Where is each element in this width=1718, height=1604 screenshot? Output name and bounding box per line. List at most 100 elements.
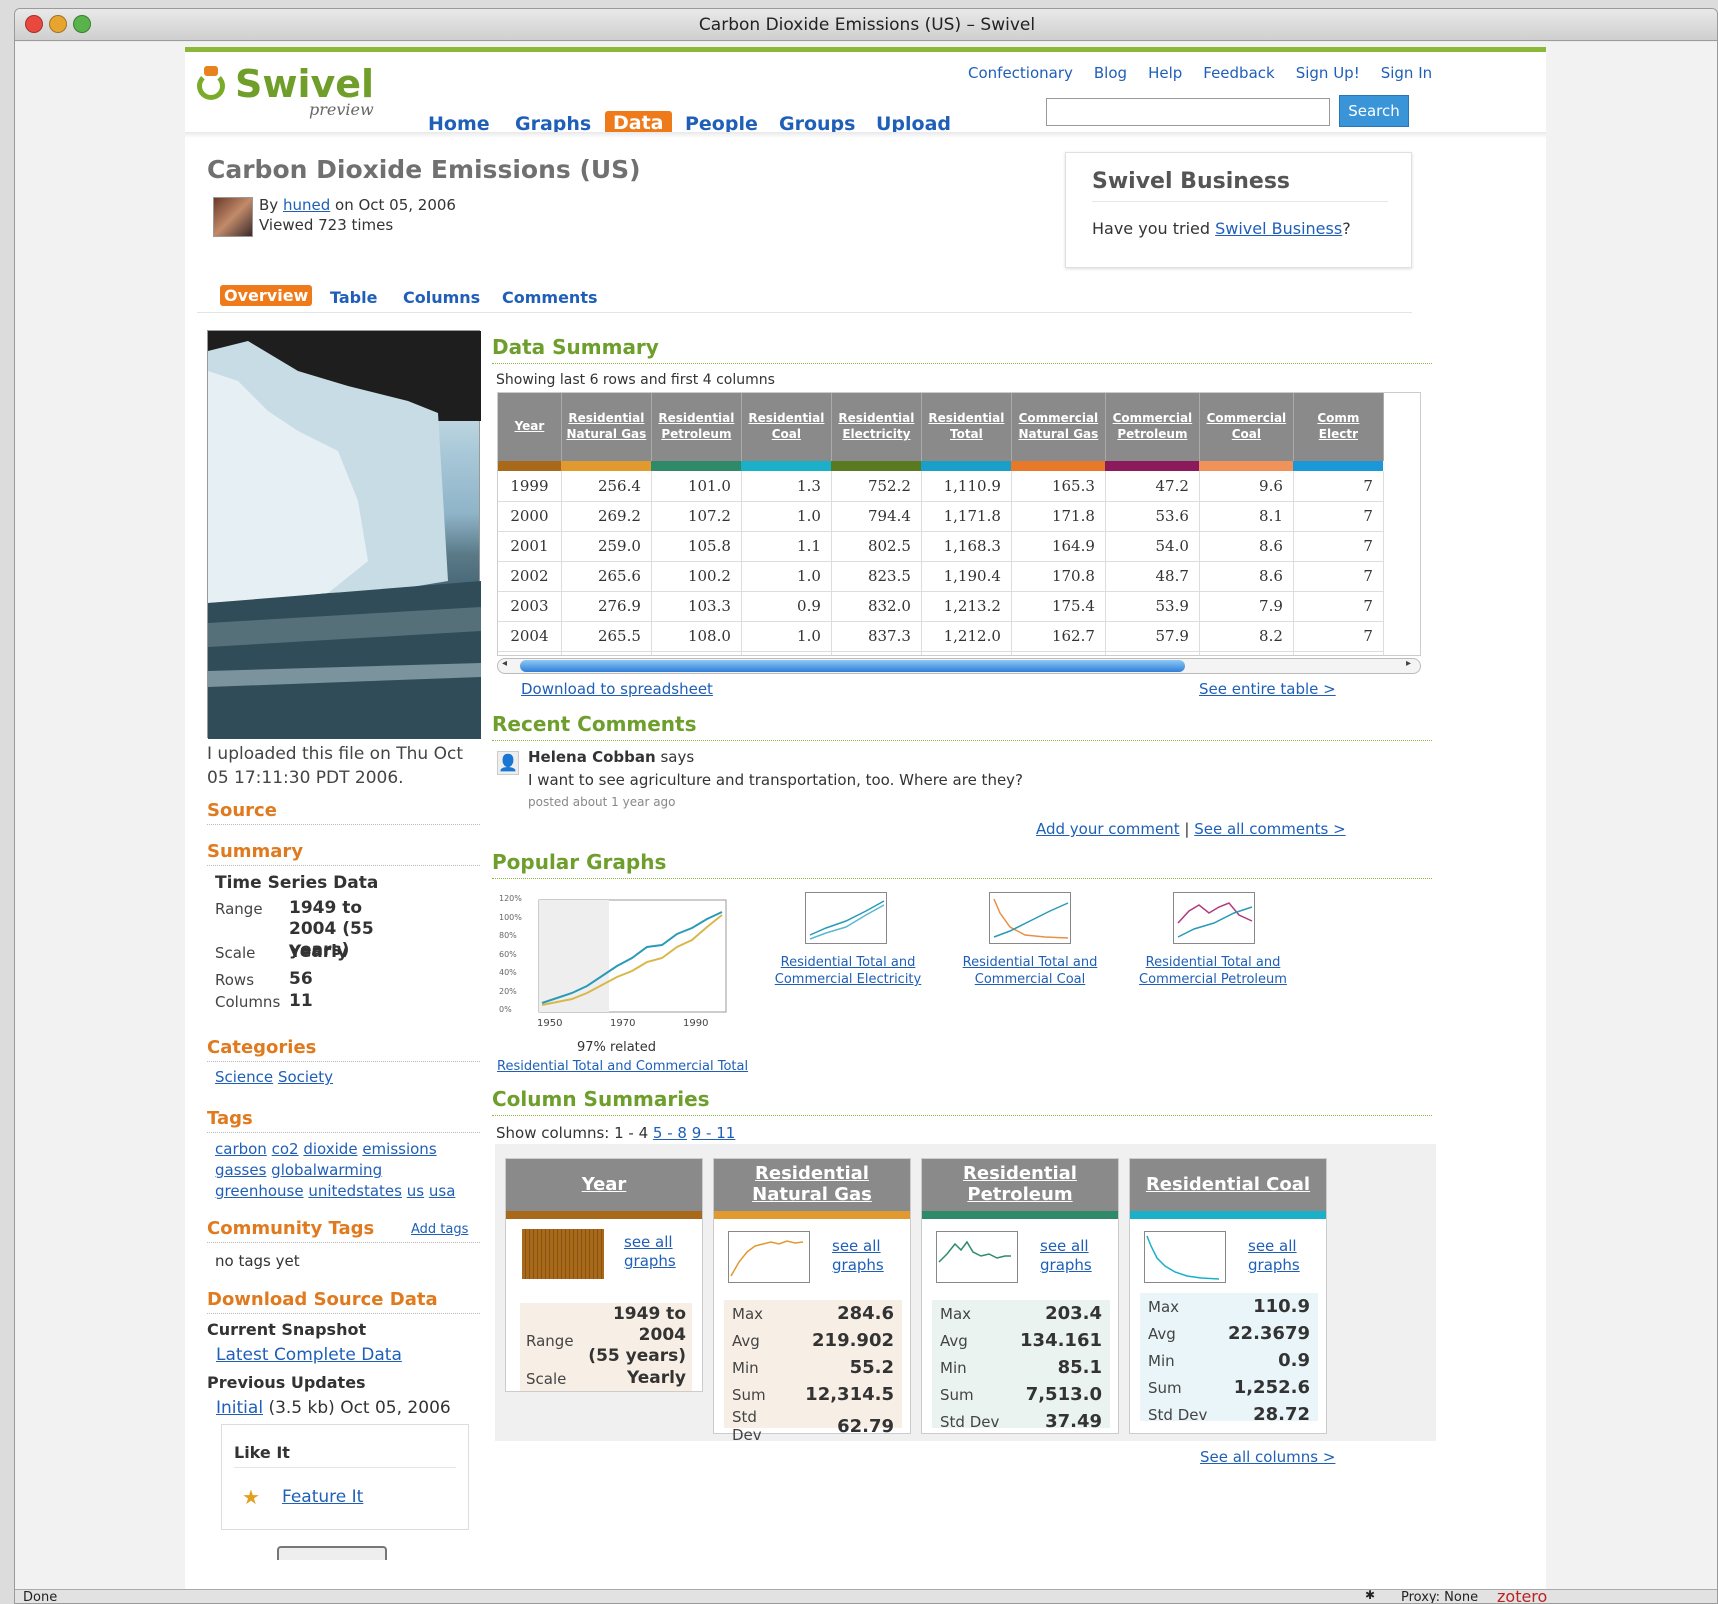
column-card-graph[interactable] (728, 1231, 810, 1283)
see-entire-table-link[interactable]: See entire table > (1199, 680, 1336, 698)
category-science[interactable]: Science (215, 1068, 273, 1086)
search-input[interactable] (1046, 98, 1330, 126)
see-all-graphs-link[interactable]: see all graphs (832, 1237, 884, 1275)
zotero-icon[interactable]: zotero (1497, 1587, 1547, 1603)
blog-link[interactable]: Blog (1094, 64, 1127, 82)
scroll-right-icon[interactable]: ▸ (1406, 658, 1411, 669)
tag-link[interactable]: co2 (272, 1140, 299, 1158)
more-link[interactable]: more... (1011, 651, 1106, 655)
more-link[interactable]: more... (651, 651, 742, 655)
feedback-link[interactable]: Feedback (1203, 64, 1274, 82)
column-summaries-heading: Column Summaries (492, 1087, 1432, 1116)
scroll-left-icon[interactable]: ◂ (502, 658, 507, 669)
column-card-title[interactable]: Residential Petroleum (922, 1159, 1118, 1211)
see-all-graphs-link[interactable]: see all graphs (1248, 1237, 1300, 1275)
tab-table[interactable]: Table (330, 288, 377, 307)
comment-text: I want to see agriculture and transporta… (528, 771, 1024, 789)
latest-complete-data-link[interactable]: Latest Complete Data (216, 1345, 402, 1365)
add-comment-link[interactable]: Add your comment (1036, 820, 1180, 838)
proxy-status[interactable]: Proxy: None (1401, 1590, 1478, 1603)
main-graph-link[interactable]: Residential Total and Commercial Total (497, 1059, 748, 1074)
tab-columns[interactable]: Columns (403, 288, 480, 307)
feature-it-link[interactable]: Feature It (282, 1487, 363, 1507)
table-cell: 165.3 (1011, 471, 1106, 502)
main-graph[interactable]: 120% 100% 80% 60% 40% 20% 0% 1950 1970 1990 (497, 892, 737, 1032)
more-link[interactable]: more... (741, 651, 832, 655)
column-header[interactable]: Commercial Coal (1199, 393, 1294, 461)
column-header[interactable]: Residential Petroleum (651, 393, 742, 461)
column-card-graph[interactable] (1144, 1231, 1226, 1283)
show-columns-5-8-link[interactable]: 5 - 8 (653, 1124, 687, 1142)
column-card-graph[interactable] (936, 1231, 1018, 1283)
graph-link-commercial-coal[interactable]: Residential Total and Commercial Coal (955, 954, 1105, 988)
column-header[interactable]: Year (498, 393, 562, 461)
column-header[interactable]: Comm Electr (1293, 393, 1384, 461)
column-header[interactable]: Residential Electricity (831, 393, 922, 461)
column-header[interactable]: Commercial Petroleum (1105, 393, 1200, 461)
tag-link[interactable]: us (407, 1182, 424, 1200)
initial-link[interactable]: Initial (216, 1398, 263, 1418)
tag-link[interactable]: globalwarming (271, 1161, 382, 1179)
more-link[interactable]: more... (498, 651, 562, 655)
see-all-columns-link[interactable]: See all columns > (1200, 1448, 1335, 1466)
tab-overview[interactable]: Overview (220, 285, 313, 306)
y-tick-label: 80% (499, 931, 517, 940)
tag-link[interactable]: usa (429, 1182, 456, 1200)
column-header[interactable]: Residential Natural Gas (561, 393, 652, 461)
table-cell: 100.2 (651, 561, 742, 592)
summary-columns-label: Columns (215, 993, 281, 1011)
see-all-comments-link[interactable]: See all comments > (1194, 820, 1345, 838)
data-table-scroll[interactable]: Year Residential Natural Gas Residential P… (497, 392, 1421, 656)
graph-link-commercial-petroleum[interactable]: Residential Total and Commercial Petroleu… (1138, 954, 1288, 988)
graph-thumb-commercial-coal[interactable] (989, 892, 1071, 944)
help-link[interactable]: Help (1148, 64, 1182, 82)
swivel-business-link[interactable]: Swivel Business (1215, 219, 1342, 238)
proxy-icon[interactable]: ✱ (1365, 1588, 1375, 1602)
graph-thumb-commercial-electricity[interactable] (805, 892, 887, 944)
business-text-post: ? (1342, 219, 1351, 238)
more-link[interactable]: more... (831, 651, 922, 655)
column-header[interactable]: Residential Coal (741, 393, 832, 461)
tag-link[interactable]: greenhouse (215, 1182, 304, 1200)
add-tags-link[interactable]: Add tags (411, 1222, 468, 1237)
more-link[interactable]: more... (1105, 651, 1200, 655)
column-header[interactable]: Commercial Natural Gas (1011, 393, 1106, 461)
author-avatar[interactable] (213, 197, 253, 237)
confectionary-link[interactable]: Confectionary (968, 64, 1073, 82)
column-card-title[interactable]: Residential Coal (1130, 1159, 1326, 1211)
graph-link-commercial-electricity[interactable]: Residential Total and Commercial Electric… (773, 954, 923, 988)
search-button[interactable]: Search (1339, 95, 1409, 127)
column-header[interactable]: Residential Total (921, 393, 1012, 461)
more-link[interactable]: more... (921, 651, 1012, 655)
scrollbar-thumb[interactable] (520, 660, 1185, 672)
tag-link[interactable]: emissions (362, 1140, 436, 1158)
page-viewport: Swivel preview Confectionary Blog Help F… (15, 42, 1717, 1589)
author-link[interactable]: huned (283, 196, 330, 214)
more-link[interactable]: more... (561, 651, 652, 655)
graph-thumb-commercial-petroleum[interactable] (1173, 892, 1255, 944)
horizontal-scrollbar[interactable]: ◂ ▸ (497, 658, 1421, 674)
table-row: 2002 265.6 100.2 1.0 823.5 1,190.4 170.8 48.7 8.… (498, 561, 1384, 592)
tag-link[interactable]: gasses (215, 1161, 266, 1179)
stat-value: 22.3679 (1228, 1323, 1310, 1344)
year-card-title[interactable]: Year (506, 1159, 702, 1211)
stat-label: Sum (940, 1385, 974, 1404)
commenter-avatar-icon[interactable]: 👤 (497, 751, 519, 775)
data-summary-note: Showing last 6 rows and first 4 columns (496, 372, 775, 388)
year-see-all-graphs-link[interactable]: see all graphs (624, 1233, 676, 1271)
sign-in-link[interactable]: Sign In (1381, 64, 1432, 82)
tag-link[interactable]: carbon (215, 1140, 267, 1158)
show-columns-9-11-link[interactable]: 9 - 11 (692, 1124, 736, 1142)
more-link[interactable]: more... (1199, 651, 1294, 655)
tag-link[interactable]: dioxide (303, 1140, 357, 1158)
tag-link[interactable]: unitedstates (308, 1182, 402, 1200)
column-card-title[interactable]: Residential Natural Gas (714, 1159, 910, 1211)
download-spreadsheet-link[interactable]: Download to spreadsheet (521, 680, 713, 698)
category-society[interactable]: Society (278, 1068, 333, 1086)
thumb-chart-3 (1177, 902, 1253, 938)
year-card-graph[interactable] (522, 1229, 604, 1279)
see-all-graphs-link[interactable]: see all graphs (1040, 1237, 1092, 1275)
sign-up-link[interactable]: Sign Up! (1296, 64, 1360, 82)
more-link[interactable]: m (1293, 651, 1384, 655)
tab-comments[interactable]: Comments (502, 288, 598, 307)
